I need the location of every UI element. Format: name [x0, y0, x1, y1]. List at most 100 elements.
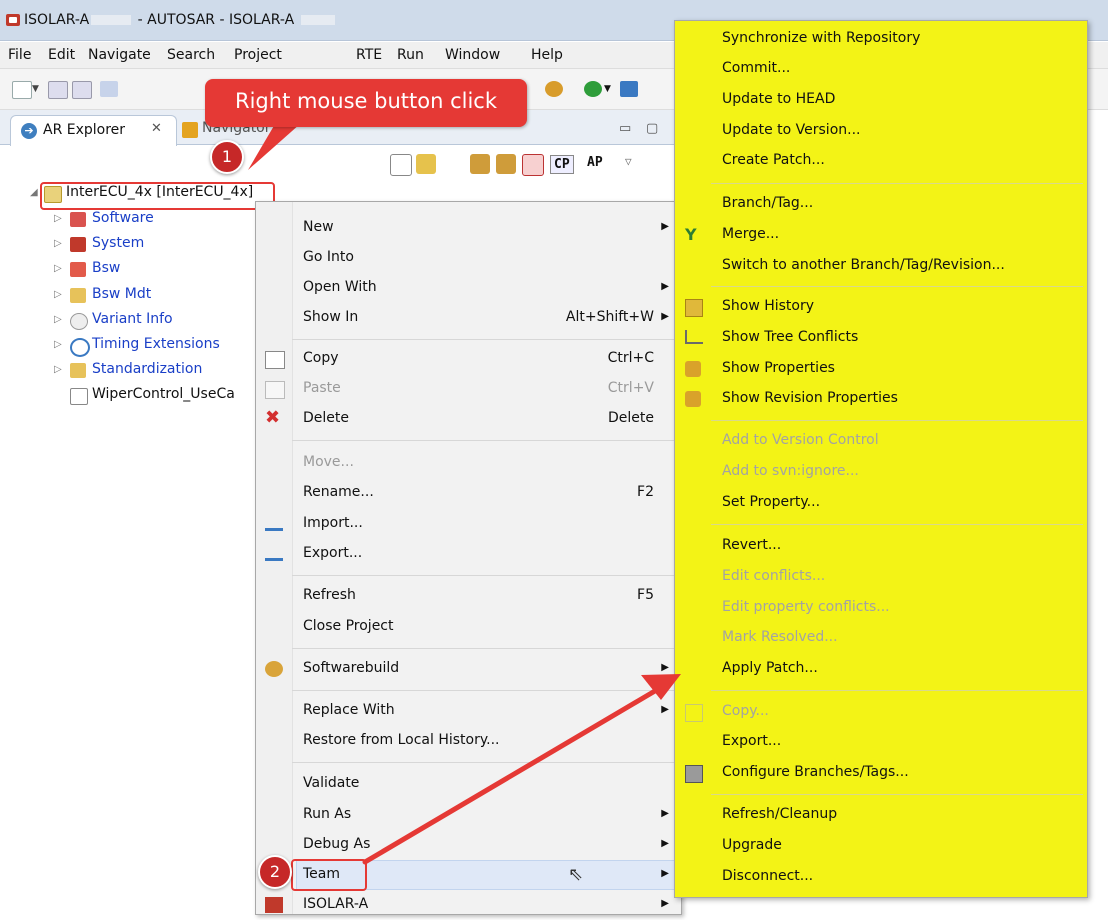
menu-help[interactable]: Help — [531, 47, 563, 63]
tree-item-label: Software — [92, 210, 154, 226]
collapsed-arrow-icon[interactable]: ▷ — [54, 314, 62, 325]
team-create-patch[interactable]: Create Patch... — [675, 146, 1087, 176]
team-synchronize[interactable]: Synchronize with Repository — [675, 24, 1087, 54]
team-export[interactable]: Export... — [675, 727, 1087, 757]
delete-icon: ✖ — [265, 407, 281, 428]
menu-rte[interactable]: RTE — [356, 47, 382, 63]
filter-icon[interactable] — [470, 154, 490, 174]
ctx-export[interactable]: Export... — [256, 539, 681, 569]
team-configure-branches[interactable]: Configure Branches/Tags... — [675, 758, 1087, 788]
team-edit-conflicts[interactable]: Edit conflicts... — [675, 562, 1087, 592]
ctx-softwarebuild[interactable]: Softwarebuild ▶ — [256, 654, 681, 684]
team-set-property[interactable]: Set Property... — [675, 488, 1087, 518]
team-add-version-control[interactable]: Add to Version Control — [675, 426, 1087, 456]
menu-file[interactable]: File — [8, 47, 31, 63]
ctx-restore-local-history[interactable]: Restore from Local History... — [256, 726, 681, 756]
ctx-rename[interactable]: Rename... F2 — [256, 478, 681, 508]
ctx-delete[interactable]: ✖ Delete Delete — [256, 404, 681, 434]
close-icon[interactable]: ✕ — [151, 121, 162, 136]
ctx-move[interactable]: Move... — [256, 448, 681, 478]
menu-label: Restore from Local History... — [303, 732, 500, 748]
menu-navigate[interactable]: Navigate — [88, 47, 151, 63]
ctx-paste[interactable]: Paste Ctrl+V — [256, 374, 681, 404]
menu-label: Delete — [303, 410, 349, 426]
tree-root[interactable]: ◢ InterECU_4x [InterECU_4x] — [30, 183, 275, 207]
info-icon[interactable] — [545, 81, 563, 97]
ctx-import[interactable]: Import... — [256, 509, 681, 539]
window-title: ISOLAR-A - AUTOSAR - ISOLAR-A — [24, 12, 337, 28]
filter-alt-icon[interactable] — [496, 154, 516, 174]
save-all-icon[interactable] — [72, 81, 92, 99]
ctx-debug-as[interactable]: Debug As ▶ — [256, 830, 681, 860]
ctx-open-with[interactable]: Open With ▶ — [256, 273, 681, 303]
menu-label: Create Patch... — [722, 152, 825, 168]
menu-search[interactable]: Search — [167, 47, 215, 63]
menu-separator — [711, 794, 1083, 795]
ctx-isolar-a[interactable]: ISOLAR-A ▶ — [256, 890, 681, 920]
team-merge[interactable]: Y Merge... — [675, 220, 1087, 250]
new-file-icon[interactable] — [12, 81, 32, 99]
team-add-svn-ignore[interactable]: Add to svn:ignore... — [675, 457, 1087, 487]
view-menu-icon[interactable]: ▽ — [625, 155, 632, 168]
ctx-validate[interactable]: Validate — [256, 769, 681, 799]
menu-window[interactable]: Window — [445, 47, 500, 63]
minimize-icon[interactable]: ▭ — [619, 121, 631, 136]
menu-run[interactable]: Run — [397, 47, 424, 63]
team-apply-patch[interactable]: Apply Patch... — [675, 654, 1087, 684]
collapsed-arrow-icon[interactable]: ▷ — [54, 339, 62, 350]
ap-toggle[interactable]: AP — [587, 155, 603, 170]
save-icon[interactable] — [48, 81, 68, 99]
team-edit-property-conflicts[interactable]: Edit property conflicts... — [675, 593, 1087, 623]
ctx-go-into[interactable]: Go Into — [256, 243, 681, 273]
team-disconnect[interactable]: Disconnect... — [675, 862, 1087, 892]
configure-branches-icon — [685, 765, 703, 783]
collapsed-arrow-icon[interactable]: ▷ — [54, 238, 62, 249]
build-icon[interactable] — [100, 81, 118, 97]
tree-item-file[interactable]: WiperControl_UseCa — [54, 385, 254, 409]
link-editor-icon[interactable] — [416, 154, 436, 174]
dropdown-arrow-icon[interactable]: ▼ — [32, 84, 40, 100]
ctx-replace-with[interactable]: Replace With ▶ — [256, 696, 681, 726]
menu-project[interactable]: Project — [234, 47, 282, 63]
run-icon[interactable] — [584, 81, 602, 97]
ctx-refresh[interactable]: Refresh F5 — [256, 581, 681, 611]
team-upgrade[interactable]: Upgrade — [675, 831, 1087, 861]
team-show-properties[interactable]: Show Properties — [675, 354, 1087, 384]
menu-label: Softwarebuild — [303, 660, 400, 676]
collapsed-arrow-icon[interactable]: ▷ — [54, 263, 62, 274]
team-mark-resolved[interactable]: Mark Resolved... — [675, 623, 1087, 653]
expanded-arrow-icon[interactable]: ◢ — [30, 187, 38, 198]
cp-toggle[interactable]: CP — [550, 155, 574, 174]
team-branch-tag[interactable]: Branch/Tag... — [675, 189, 1087, 219]
dropdown-arrow-icon[interactable]: ▼ — [604, 84, 612, 100]
maximize-icon[interactable]: ▢ — [646, 121, 658, 136]
ctx-copy[interactable]: Copy Ctrl+C — [256, 344, 681, 374]
team-show-revision-properties[interactable]: Show Revision Properties — [675, 384, 1087, 414]
collapsed-arrow-icon[interactable]: ▷ — [54, 364, 62, 375]
collapse-all-icon[interactable] — [390, 154, 412, 176]
debug-icon[interactable] — [620, 81, 638, 97]
menu-label: Show Tree Conflicts — [722, 329, 859, 345]
menu-edit[interactable]: Edit — [48, 47, 75, 63]
collapsed-arrow-icon[interactable]: ▷ — [54, 213, 62, 224]
grid-filter-icon[interactable] — [522, 154, 544, 176]
team-commit[interactable]: Commit... — [675, 54, 1087, 84]
team-show-history[interactable]: Show History — [675, 292, 1087, 322]
ctx-show-in[interactable]: Show In Alt+Shift+W ▶ — [256, 303, 681, 333]
collapsed-arrow-icon[interactable]: ▷ — [54, 289, 62, 300]
team-update-version[interactable]: Update to Version... — [675, 116, 1087, 146]
ar-explorer-icon: ➔ — [21, 123, 37, 139]
ctx-new[interactable]: New ▶ — [256, 213, 681, 243]
software-icon — [70, 212, 86, 227]
tab-ar-explorer[interactable]: ➔ AR Explorer ✕ — [10, 115, 177, 146]
team-refresh-cleanup[interactable]: Refresh/Cleanup — [675, 800, 1087, 830]
ctx-close-project[interactable]: Close Project — [256, 612, 681, 642]
team-revert[interactable]: Revert... — [675, 531, 1087, 561]
team-switch[interactable]: Switch to another Branch/Tag/Revision... — [675, 251, 1087, 281]
menu-label: ISOLAR-A — [303, 896, 369, 912]
ctx-run-as[interactable]: Run As ▶ — [256, 800, 681, 830]
team-copy[interactable]: Copy... — [675, 697, 1087, 727]
clock-icon — [70, 338, 90, 357]
team-update-head[interactable]: Update to HEAD — [675, 85, 1087, 115]
team-show-tree-conflicts[interactable]: Show Tree Conflicts — [675, 323, 1087, 353]
